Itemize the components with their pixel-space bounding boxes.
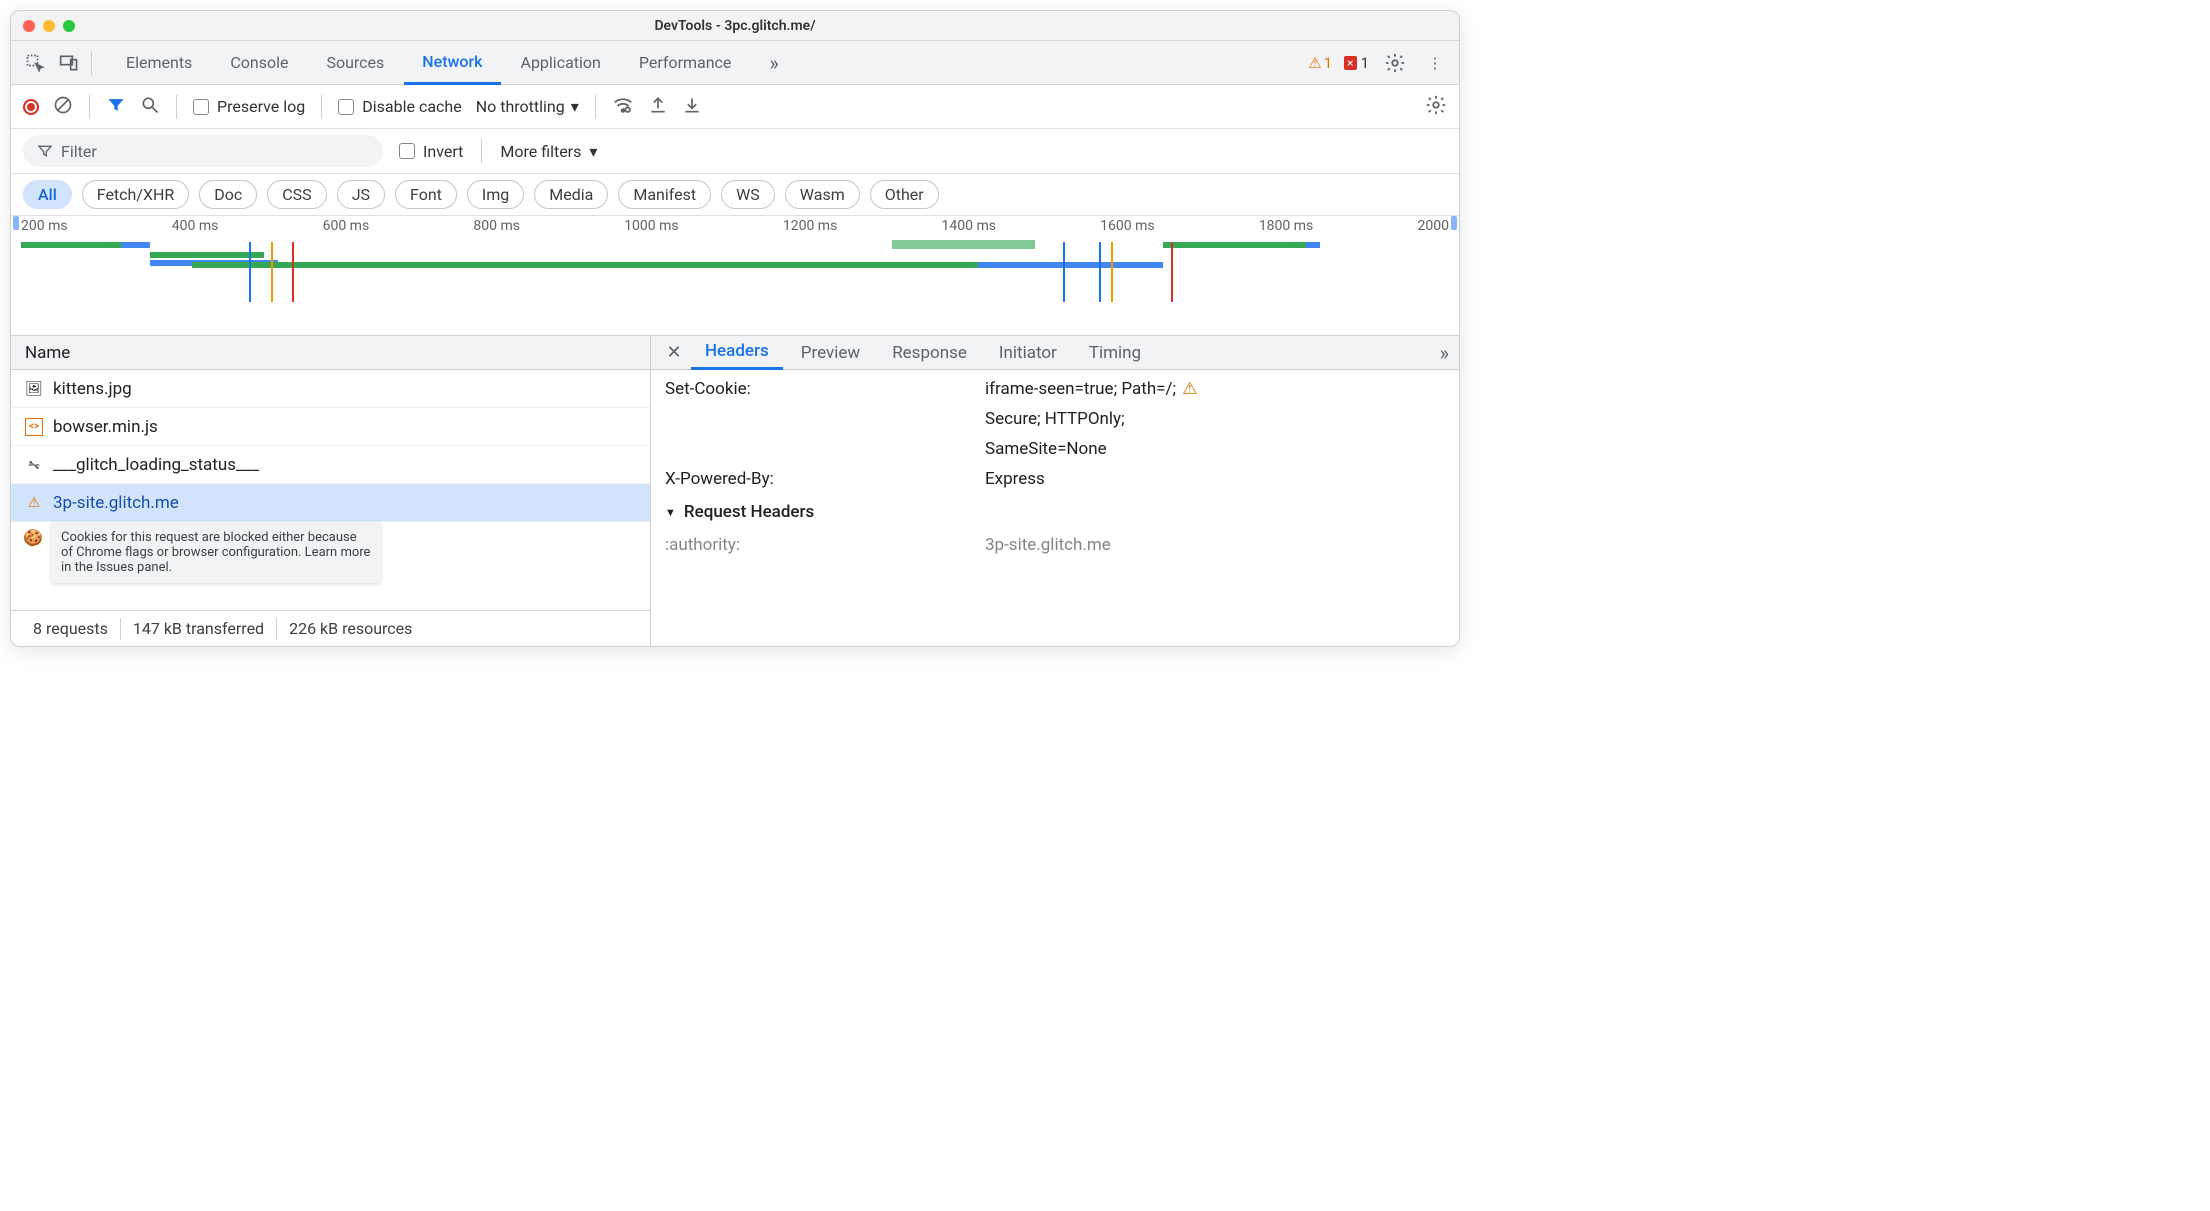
image-file-icon: 🖼	[25, 380, 43, 398]
network-toolbar: Preserve log Disable cache No throttling…	[11, 85, 1459, 129]
issues-warning-badge[interactable]: ⚠ 1	[1308, 54, 1332, 72]
main-tabbar: Elements Console Sources Network Applica…	[11, 41, 1459, 85]
preserve-log-checkbox[interactable]: Preserve log	[193, 97, 305, 116]
window-title: DevTools - 3pc.glitch.me/	[11, 18, 1459, 34]
chip-doc[interactable]: Doc	[199, 180, 257, 209]
chip-css[interactable]: CSS	[267, 180, 326, 209]
timeline-handle-left[interactable]	[13, 216, 19, 230]
resource-type-chips: All Fetch/XHR Doc CSS JS Font Img Media …	[11, 174, 1459, 216]
record-button[interactable]	[23, 99, 39, 115]
chip-all[interactable]: All	[23, 180, 72, 209]
cookie-blocked-tooltip: Cookies for this request are blocked eit…	[51, 522, 381, 583]
error-icon: ×	[1344, 56, 1356, 70]
warning-icon: ⚠	[1308, 54, 1321, 72]
kebab-menu-icon[interactable]: ⋮	[1421, 49, 1449, 77]
issues-error-badge[interactable]: × 1	[1344, 54, 1369, 72]
disable-cache-checkbox[interactable]: Disable cache	[338, 97, 461, 116]
request-row[interactable]: 🖼 kittens.jpg	[11, 370, 650, 408]
request-list-pane: Name 🖼 kittens.jpg <> bowser.min.js ___g…	[11, 336, 651, 646]
chip-wasm[interactable]: Wasm	[785, 180, 860, 209]
header-row-x-powered-by: X-Powered-By: Express	[651, 464, 1459, 494]
tab-sources[interactable]: Sources	[308, 41, 402, 85]
timeline-handle-right[interactable]	[1451, 216, 1457, 230]
titlebar: DevTools - 3pc.glitch.me/	[11, 11, 1459, 41]
throttling-select[interactable]: No throttling ▾	[476, 97, 579, 116]
request-row[interactable]: ___glitch_loading_status___	[11, 446, 650, 484]
chevron-down-icon: ▾	[571, 97, 579, 116]
chip-img[interactable]: Img	[467, 180, 524, 209]
header-row-set-cookie-cont: Secure; HTTPOnly;	[651, 404, 1459, 434]
cookie-icon: 🍪	[23, 528, 43, 547]
chip-fetch-xhr[interactable]: Fetch/XHR	[82, 180, 190, 209]
status-requests: 8 requests	[21, 619, 120, 638]
websocket-icon	[25, 456, 43, 474]
funnel-icon	[37, 143, 53, 159]
status-bar: 8 requests 147 kB transferred 226 kB res…	[11, 610, 650, 646]
section-request-headers[interactable]: Request Headers	[651, 494, 1459, 530]
detail-tabs: ✕ Headers Preview Response Initiator Tim…	[651, 336, 1459, 370]
invert-checkbox[interactable]: Invert	[399, 142, 463, 161]
chip-manifest[interactable]: Manifest	[618, 180, 711, 209]
tab-performance[interactable]: Performance	[621, 41, 750, 85]
header-row-set-cookie-cont: SameSite=None	[651, 434, 1459, 464]
network-settings-icon[interactable]	[1425, 94, 1447, 120]
filter-toggle-icon[interactable]	[106, 95, 126, 119]
request-row[interactable]: ⚠ 3p-site.glitch.me	[11, 484, 650, 522]
import-har-icon[interactable]	[682, 95, 702, 119]
settings-icon[interactable]	[1381, 49, 1409, 77]
device-toggle-icon[interactable]	[55, 49, 83, 77]
timeline-ruler: 200 ms 400 ms 600 ms 800 ms 1000 ms 1200…	[21, 218, 1449, 234]
minimize-window-button[interactable]	[43, 20, 55, 32]
status-resources: 226 kB resources	[277, 619, 424, 638]
clear-button[interactable]	[53, 95, 73, 119]
more-detail-tabs-button[interactable]: »	[1440, 341, 1449, 365]
detail-tab-headers[interactable]: Headers	[691, 336, 783, 370]
network-conditions-icon[interactable]	[612, 94, 634, 120]
detail-tab-initiator[interactable]: Initiator	[985, 336, 1071, 370]
detail-tab-preview[interactable]: Preview	[787, 336, 874, 370]
status-transferred: 147 kB transferred	[121, 619, 276, 638]
header-row-authority: :authority: 3p-site.glitch.me	[651, 530, 1459, 560]
detail-tab-timing[interactable]: Timing	[1075, 336, 1155, 370]
more-filters-dropdown[interactable]: More filters ▾	[500, 142, 597, 161]
header-row-set-cookie: Set-Cookie: iframe-seen=true; Path=/;⚠	[651, 374, 1459, 404]
tab-network[interactable]: Network	[404, 41, 500, 85]
close-window-button[interactable]	[23, 20, 35, 32]
request-details-pane: ✕ Headers Preview Response Initiator Tim…	[651, 336, 1459, 646]
more-tabs-button[interactable]: »	[751, 41, 796, 85]
filter-bar: Filter Invert More filters ▾	[11, 129, 1459, 174]
chip-other[interactable]: Other	[870, 180, 939, 209]
request-row[interactable]: <> bowser.min.js	[11, 408, 650, 446]
close-details-button[interactable]: ✕	[661, 342, 687, 363]
warning-icon: ⚠	[25, 494, 43, 512]
export-har-icon[interactable]	[648, 95, 668, 119]
chip-media[interactable]: Media	[534, 180, 608, 209]
detail-tab-response[interactable]: Response	[878, 336, 981, 370]
tab-console[interactable]: Console	[212, 41, 306, 85]
timeline-waterfall	[21, 242, 1449, 302]
warning-icon[interactable]: ⚠	[1182, 379, 1197, 399]
maximize-window-button[interactable]	[63, 20, 75, 32]
chip-font[interactable]: Font	[395, 180, 457, 209]
js-file-icon: <>	[25, 418, 43, 436]
timeline-overview[interactable]: 200 ms 400 ms 600 ms 800 ms 1000 ms 1200…	[11, 216, 1459, 336]
filter-input[interactable]: Filter	[23, 135, 383, 167]
search-icon[interactable]	[140, 95, 160, 119]
column-header-name[interactable]: Name	[11, 336, 650, 370]
tab-application[interactable]: Application	[503, 41, 619, 85]
chevron-down-icon: ▾	[589, 142, 597, 161]
chip-js[interactable]: JS	[337, 180, 385, 209]
chip-ws[interactable]: WS	[721, 180, 775, 209]
tab-elements[interactable]: Elements	[108, 41, 210, 85]
inspect-icon[interactable]	[21, 49, 49, 77]
